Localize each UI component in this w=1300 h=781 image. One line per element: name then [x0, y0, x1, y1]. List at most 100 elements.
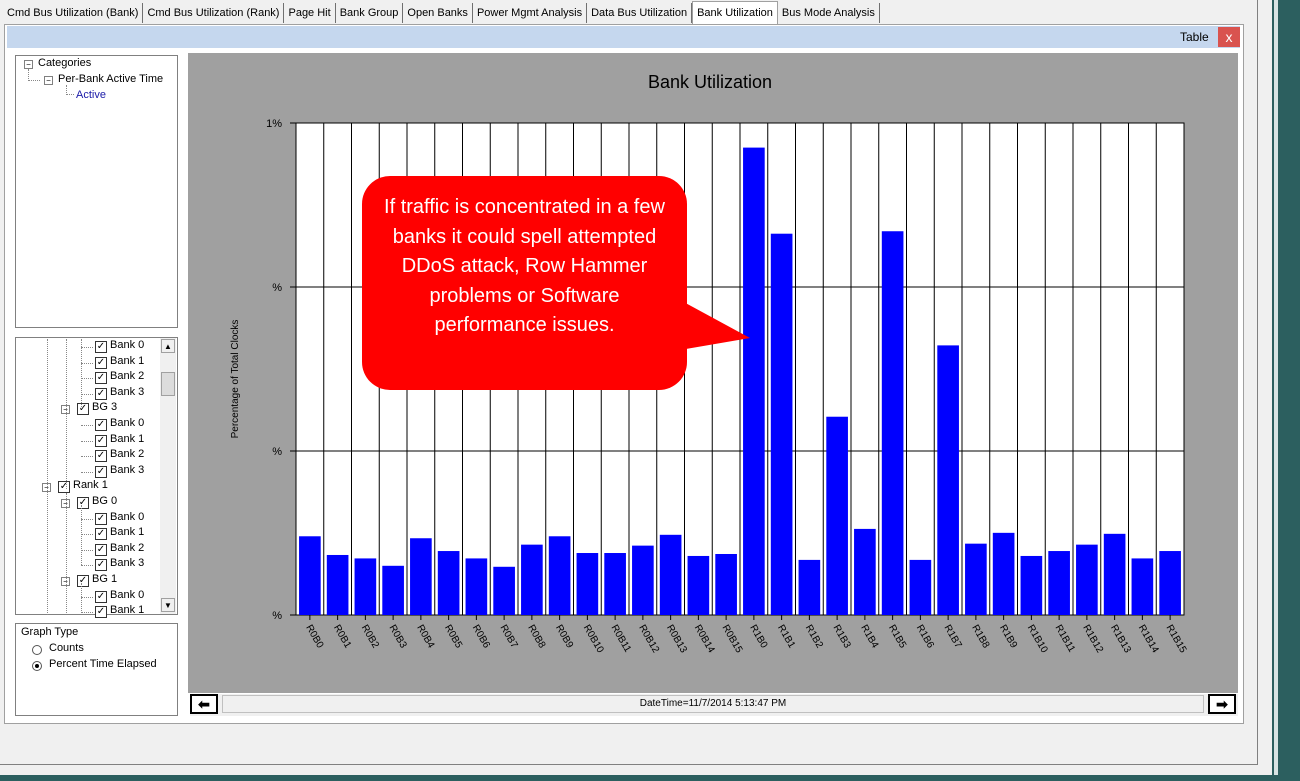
checkbox[interactable]: ✓ [95, 341, 107, 353]
datetime-track[interactable]: DateTime=11/7/2014 5:13:47 PM [222, 695, 1204, 713]
tree-item-label[interactable]: Bank 1 [110, 604, 144, 616]
tree-connector [81, 378, 93, 380]
bar-R1B2 [798, 559, 821, 615]
checkbox[interactable]: ✓ [95, 465, 107, 478]
tab-open-banks[interactable]: Open Banks [403, 3, 473, 23]
bar-R1B12 [1076, 544, 1098, 615]
close-button[interactable]: x [1218, 27, 1240, 47]
categories-panel: − Categories − Per-Bank Active Time Acti… [15, 55, 178, 328]
collapse-icon[interactable]: − [44, 76, 53, 85]
radio-percent-time-elapsed[interactable] [32, 661, 42, 671]
checkbox[interactable]: ✓ [95, 590, 107, 603]
bar-R0B0 [299, 536, 321, 615]
checkbox[interactable]: ✓ [95, 528, 107, 541]
tree-item-label[interactable]: Bank 3 [110, 464, 144, 476]
tab-data-bus-utilization[interactable]: Data Bus Utilization [587, 3, 693, 23]
checkbox[interactable]: ✓ [95, 450, 107, 463]
tab-cmd-bus-utilization-rank[interactable]: Cmd Bus Utilization (Rank) [143, 3, 285, 23]
tab-bus-mode-analysis[interactable]: Bus Mode Analysis [778, 3, 880, 23]
x-tick-label: R1B4 [858, 623, 880, 651]
scrollbar-thumb[interactable] [161, 372, 175, 396]
scroll-down-icon[interactable]: ▼ [161, 598, 175, 612]
checkbox[interactable]: ✓ [95, 559, 107, 572]
table-label[interactable]: Table [1180, 30, 1209, 44]
tree-guide [81, 339, 82, 409]
bar-R1B1 [770, 233, 793, 615]
graph-type-title: Graph Type [21, 626, 79, 638]
tab-bar: Cmd Bus Utilization (Bank) Cmd Bus Utiliz… [3, 1, 880, 25]
tree-item-label[interactable]: BG 0 [92, 495, 117, 507]
checkbox[interactable]: ✓ [77, 497, 89, 509]
checkbox[interactable]: ✓ [95, 543, 107, 556]
bar-R0B4 [410, 538, 432, 615]
tree-connector [81, 456, 93, 458]
tree-item-label[interactable]: Bank 2 [110, 448, 144, 460]
bottom-frame [0, 775, 1300, 781]
bar-R0B13 [659, 534, 682, 615]
bar-R1B15 [1159, 551, 1181, 615]
checkbox[interactable]: ✓ [95, 387, 107, 400]
bar-R0B8 [521, 544, 543, 615]
checkbox[interactable]: ✓ [95, 512, 107, 525]
x-tick-label: R0B8 [525, 623, 547, 651]
scroll-up-icon[interactable]: ▲ [161, 339, 175, 353]
tab-cmd-bus-utilization-bank[interactable]: Cmd Bus Utilization (Bank) [3, 3, 144, 23]
tree-item-label[interactable]: Bank 2 [110, 542, 144, 554]
bar-R1B9 [992, 532, 1015, 615]
x-tick-label: R0B2 [359, 623, 381, 651]
tree-item-label[interactable]: Bank 1 [110, 433, 144, 445]
checkbox[interactable]: ✓ [95, 372, 107, 385]
tree-item-label[interactable]: Bank 0 [110, 589, 144, 601]
per-bank-active-time[interactable]: Per-Bank Active Time [58, 73, 163, 85]
tab-page-hit[interactable]: Page Hit [284, 3, 336, 23]
category-active[interactable]: Active [76, 89, 106, 101]
tab-bank-group[interactable]: Bank Group [336, 3, 404, 23]
checkbox[interactable]: ✓ [95, 419, 107, 431]
x-tick-label: R1B1 [775, 623, 797, 651]
tree-item-label[interactable]: Rank 1 [73, 479, 108, 491]
option-percent-label[interactable]: Percent Time Elapsed [49, 658, 157, 670]
x-tick-label: R0B9 [553, 623, 575, 651]
tree-item-label[interactable]: Bank 0 [110, 339, 144, 351]
checkbox[interactable]: ✓ [95, 434, 107, 447]
checkbox[interactable]: ✓ [95, 356, 107, 369]
arrow-right-icon[interactable]: ➡ [1208, 694, 1236, 714]
bar-R1B13 [1103, 533, 1126, 615]
tree-item-label[interactable]: BG 1 [92, 573, 117, 585]
tab-power-mgmt-analysis[interactable]: Power Mgmt Analysis [473, 3, 588, 23]
tree-guide [81, 583, 82, 613]
bank-utilization-chart: Bank Utilization 1%%%% Percentage of Total… [230, 72, 1189, 655]
checkbox[interactable]: ✓ [58, 481, 70, 494]
collapse-icon[interactable]: − [24, 60, 33, 69]
x-tick-label: R0B1 [331, 623, 353, 651]
tree-item-label[interactable]: Bank 1 [110, 355, 144, 367]
x-tick-label: R1B0 [747, 623, 769, 651]
tree-item-label[interactable]: Bank 2 [110, 370, 144, 382]
x-tick-label: R0B12 [636, 623, 661, 655]
x-tick-label: R1B15 [1164, 623, 1189, 655]
tree-item-label[interactable]: BG 3 [92, 401, 117, 413]
categories-root[interactable]: Categories [38, 57, 91, 69]
tree-item-label[interactable]: Bank 3 [110, 557, 144, 569]
checkbox[interactable]: ✓ [77, 575, 89, 587]
right-frame-highlight [1274, 0, 1278, 781]
x-tick-label: R1B5 [886, 623, 908, 651]
tree-item-label[interactable]: Bank 3 [110, 386, 144, 398]
tree-connector [81, 565, 93, 567]
arrow-left-icon[interactable]: ⬅ [190, 694, 218, 714]
x-tick-label: R0B15 [720, 623, 745, 655]
radio-counts[interactable] [32, 645, 42, 655]
bar-R0B14 [687, 555, 710, 615]
tree-connector [81, 596, 93, 598]
tree-item-label[interactable]: Bank 1 [110, 526, 144, 538]
checkbox[interactable]: ✓ [77, 403, 89, 416]
tab-bank-utilization[interactable]: Bank Utilization [692, 1, 778, 24]
bar-R1B8 [965, 543, 987, 615]
bar-R1B0 [743, 147, 765, 615]
checkbox[interactable]: ✓ [95, 606, 107, 619]
tree-item-label[interactable]: Bank 0 [110, 511, 144, 523]
option-counts-label[interactable]: Counts [49, 642, 84, 654]
tree-item-label[interactable]: Bank 0 [110, 417, 144, 429]
bar-R1B4 [854, 528, 876, 615]
y-tick-label: % [272, 282, 282, 294]
